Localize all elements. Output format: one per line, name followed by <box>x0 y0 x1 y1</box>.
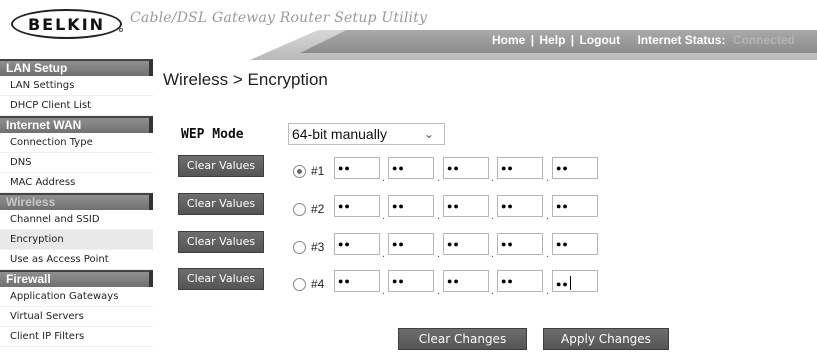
internet-status-label: Internet Status: <box>637 33 726 47</box>
sidebar-item-client-ip-filters[interactable]: Client IP Filters <box>0 327 153 347</box>
sidebar-item-dns[interactable]: DNS <box>0 153 153 173</box>
key-label-2: #2 <box>311 202 325 216</box>
sidebar-section-wireless[interactable]: Wireless <box>0 193 153 210</box>
key-3-field-2[interactable]: ●● <box>388 233 434 255</box>
key-3-field-3[interactable]: ●● <box>443 233 489 255</box>
sidebar-section-firewall[interactable]: Firewall <box>0 270 153 287</box>
key-4-field-4[interactable]: ●● <box>497 270 543 292</box>
belkin-logo: BELKIN <box>11 9 122 39</box>
nav-separator: | <box>530 33 535 47</box>
key-row-4: Clear Values #4 ●● . ●● . ●● . ●● . ●● <box>178 268 618 297</box>
key-radio-4[interactable] <box>293 278 306 291</box>
internet-status-value: Connected <box>732 33 795 47</box>
sidebar-item-lan-settings[interactable]: LAN Settings <box>0 76 153 96</box>
registered-mark-icon <box>119 28 123 32</box>
apply-changes-button[interactable]: Apply Changes <box>543 328 669 350</box>
field-separator: . <box>382 172 386 184</box>
field-separator: . <box>437 172 441 184</box>
clear-values-button-3[interactable]: Clear Values <box>178 231 264 253</box>
sidebar-item-use-as-access-point[interactable]: Use as Access Point <box>0 250 153 270</box>
field-separator: . <box>437 210 441 222</box>
key-2-field-5[interactable]: ●● <box>552 195 598 217</box>
clear-values-button-2[interactable]: Clear Values <box>178 193 264 215</box>
key-2-field-2[interactable]: ●● <box>388 195 434 217</box>
key-3-field-1[interactable]: ●● <box>334 233 380 255</box>
clear-values-button-1[interactable]: Clear Values <box>178 155 264 177</box>
key-3-field-5[interactable]: ●● <box>552 233 598 255</box>
wep-mode-select[interactable]: 64-bit manually ⌄ <box>288 123 445 145</box>
field-separator: . <box>437 285 441 297</box>
key-4-field-2[interactable]: ●● <box>388 270 434 292</box>
key-4-field-5-value: ●● <box>556 279 569 289</box>
field-separator: . <box>382 285 386 297</box>
key-radio-2[interactable] <box>293 203 306 216</box>
sidebar-item-channel-and-ssid[interactable]: Channel and SSID <box>0 210 153 230</box>
utility-title: Cable/DSL Gateway Router Setup Utility <box>130 10 428 26</box>
sidebar: LAN Setup LAN Settings DHCP Client List … <box>0 59 153 347</box>
wep-mode-value: 64-bit manually <box>292 126 387 142</box>
nav-separator: | <box>570 33 575 47</box>
wep-mode-label: WEP Mode <box>181 127 244 142</box>
key-row-2: Clear Values #2 ●● . ●● . ●● . ●● . ●● <box>178 193 618 222</box>
sidebar-item-mac-address[interactable]: MAC Address <box>0 173 153 193</box>
home-link[interactable]: Home <box>492 33 525 47</box>
field-separator: . <box>546 210 550 222</box>
key-1-field-5[interactable]: ●● <box>552 157 598 179</box>
sidebar-section-lan-setup[interactable]: LAN Setup <box>0 59 153 76</box>
clear-changes-button[interactable]: Clear Changes <box>398 328 527 350</box>
text-cursor <box>569 276 571 290</box>
key-1-field-3[interactable]: ●● <box>443 157 489 179</box>
field-separator: . <box>437 248 441 260</box>
key-3-field-4[interactable]: ●● <box>497 233 543 255</box>
field-separator: . <box>546 172 550 184</box>
logo-text: BELKIN <box>27 14 106 34</box>
field-separator: . <box>546 248 550 260</box>
field-separator: . <box>382 210 386 222</box>
key-row-1: Clear Values #1 ●● . ●● . ●● . ●● . ●● <box>178 155 618 184</box>
key-1-field-4[interactable]: ●● <box>497 157 543 179</box>
clear-values-button-4[interactable]: Clear Values <box>178 268 264 290</box>
field-separator: . <box>491 172 495 184</box>
key-2-field-4[interactable]: ●● <box>497 195 543 217</box>
sidebar-item-application-gateways[interactable]: Application Gateways <box>0 287 153 307</box>
key-2-field-3[interactable]: ●● <box>443 195 489 217</box>
key-1-field-2[interactable]: ●● <box>388 157 434 179</box>
sidebar-item-virtual-servers[interactable]: Virtual Servers <box>0 307 153 327</box>
key-4-field-1[interactable]: ●● <box>334 270 380 292</box>
key-label-4: #4 <box>311 277 325 291</box>
key-row-3: Clear Values #3 ●● . ●● . ●● . ●● . ●● <box>178 231 618 260</box>
key-2-field-1[interactable]: ●● <box>334 195 380 217</box>
logout-link[interactable]: Logout <box>579 33 620 47</box>
key-label-3: #3 <box>311 240 325 254</box>
field-separator: . <box>546 285 550 297</box>
sidebar-item-connection-type[interactable]: Connection Type <box>0 133 153 153</box>
key-4-field-5[interactable]: ●● <box>552 270 598 292</box>
field-separator: . <box>491 285 495 297</box>
top-nav: Home | Help | Logout Internet Status: Co… <box>492 33 795 47</box>
key-1-field-1[interactable]: ●● <box>334 157 380 179</box>
key-4-field-3[interactable]: ●● <box>443 270 489 292</box>
field-separator: . <box>491 248 495 260</box>
key-radio-1[interactable] <box>293 165 306 178</box>
key-label-1: #1 <box>311 164 325 178</box>
page-title: Wireless > Encryption <box>163 70 328 89</box>
sidebar-item-dhcp-client-list[interactable]: DHCP Client List <box>0 96 153 116</box>
chevron-down-icon: ⌄ <box>423 127 434 141</box>
help-link[interactable]: Help <box>539 33 565 47</box>
field-separator: . <box>382 248 386 260</box>
key-radio-3[interactable] <box>293 241 306 254</box>
sidebar-item-encryption[interactable]: Encryption <box>0 230 153 250</box>
field-separator: . <box>491 210 495 222</box>
sidebar-section-internet-wan[interactable]: Internet WAN <box>0 116 153 133</box>
